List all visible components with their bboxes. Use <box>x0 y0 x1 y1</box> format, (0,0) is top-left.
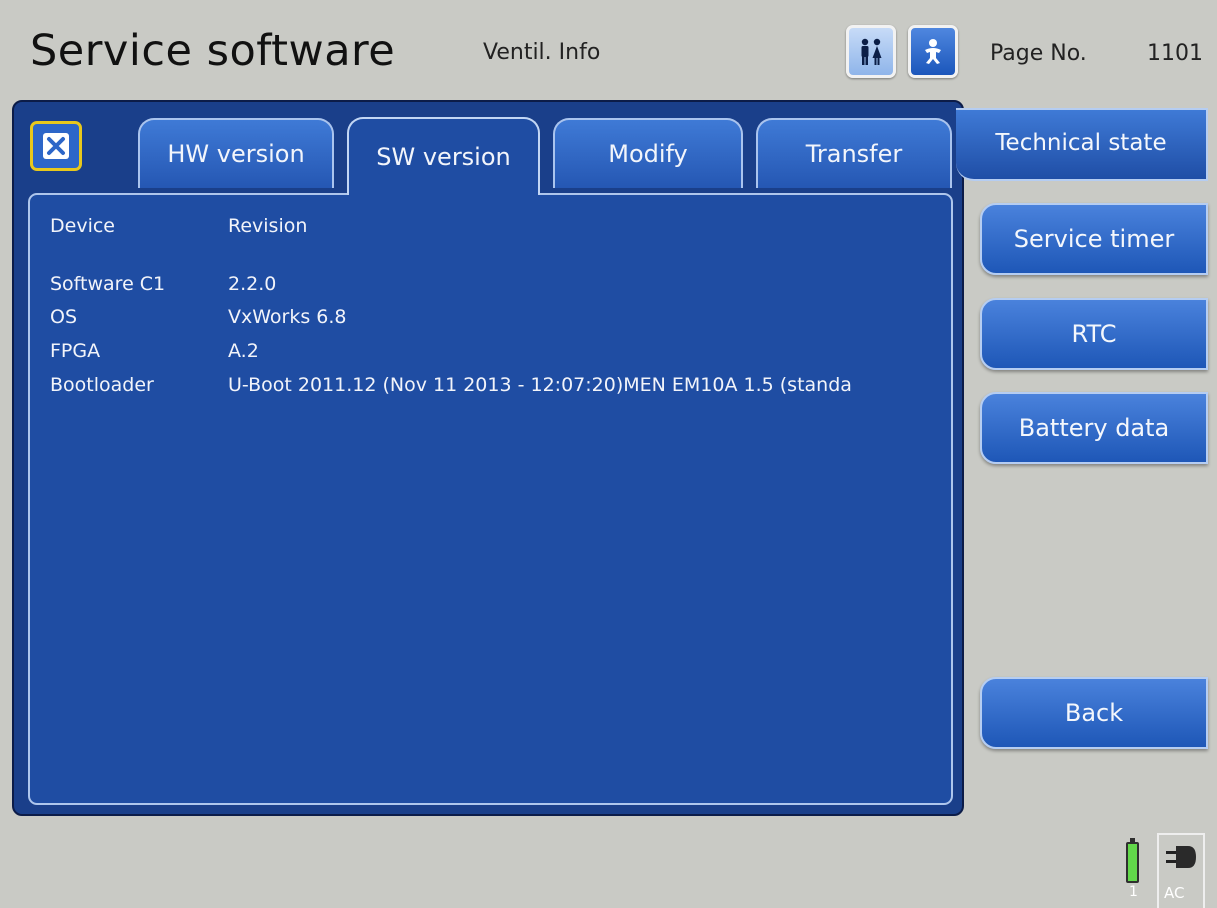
plug-icon <box>1166 846 1196 868</box>
app-title: Service software <box>30 26 396 76</box>
adult-patient-icon <box>861 38 882 65</box>
revision-header: Revision <box>228 215 308 237</box>
revision-cell: 2.2.0 <box>228 273 277 295</box>
back-button[interactable]: Back <box>980 677 1208 749</box>
technical-state-tab[interactable]: Technical state <box>956 108 1208 181</box>
tab-sw-version[interactable]: SW version <box>347 117 540 195</box>
revision-cell: VxWorks 6.8 <box>228 306 347 328</box>
close-button[interactable] <box>30 121 82 171</box>
service-timer-button[interactable]: Service timer <box>980 203 1208 275</box>
page-number: 1101 <box>1147 41 1203 66</box>
device-cell: OS <box>50 306 78 328</box>
battery-number: 1 <box>1129 884 1138 900</box>
power-source-label: AC <box>1164 884 1185 902</box>
adult-patient-button[interactable] <box>846 25 896 78</box>
page-number-label: Page No. <box>990 41 1087 66</box>
device-cell: Bootloader <box>50 374 154 396</box>
rtc-button[interactable]: RTC <box>980 298 1208 370</box>
tab-transfer[interactable]: Transfer <box>756 118 952 188</box>
device-cell: FPGA <box>50 340 101 362</box>
tab-hw-version[interactable]: HW version <box>138 118 334 188</box>
close-icon <box>43 133 69 159</box>
revision-cell: A.2 <box>228 340 259 362</box>
device-header: Device <box>50 215 115 237</box>
battery-icon <box>1126 838 1139 883</box>
sw-version-content <box>28 193 953 805</box>
tab-modify[interactable]: Modify <box>553 118 743 188</box>
screen-name: Ventil. Info <box>483 40 601 65</box>
device-cell: Software C1 <box>50 273 166 295</box>
battery-data-button[interactable]: Battery data <box>980 392 1208 464</box>
neonatal-patient-icon <box>925 38 941 64</box>
neonatal-patient-button[interactable] <box>908 25 958 78</box>
revision-cell: U-Boot 2011.12 (Nov 11 2013 - 12:07:20)M… <box>228 374 852 396</box>
